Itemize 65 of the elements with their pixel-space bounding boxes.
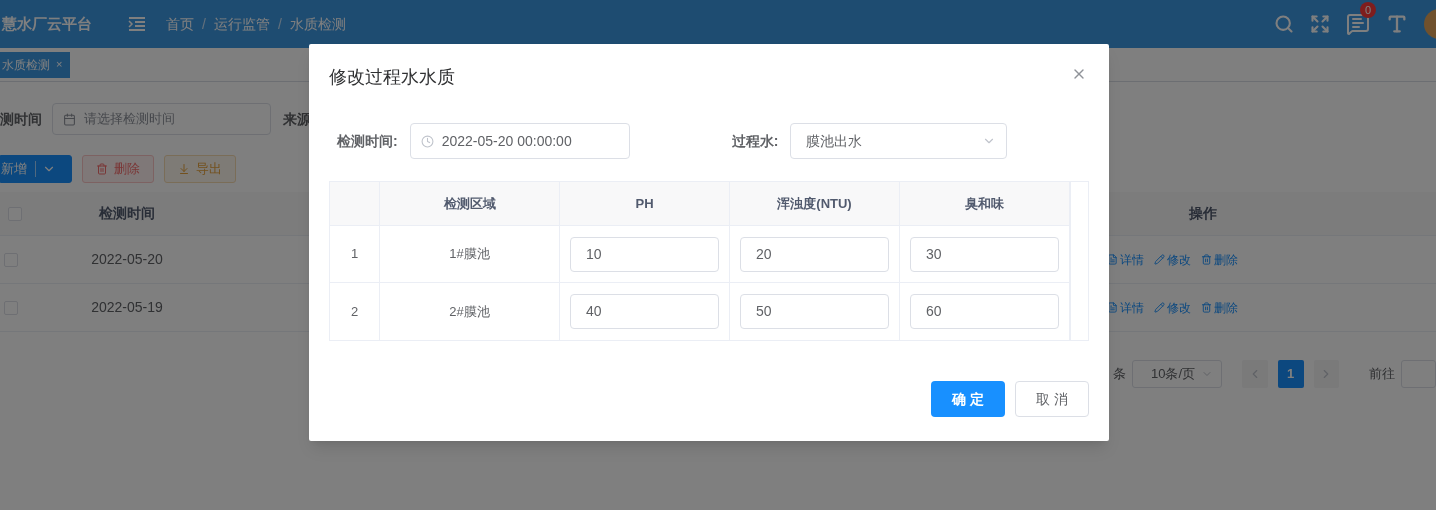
row-number: 1 xyxy=(350,245,359,264)
confirm-button[interactable]: 确 定 xyxy=(931,381,1005,417)
document-icon xyxy=(1107,254,1118,265)
cancel-button[interactable]: 取 消 xyxy=(1015,381,1089,417)
trash-icon xyxy=(1201,302,1212,313)
app-logo-text: 慧水厂云平台 xyxy=(2,13,92,34)
row-number: 2 xyxy=(350,302,359,321)
column-header: 检测区域 xyxy=(443,194,496,213)
fullscreen-icon[interactable] xyxy=(1310,14,1330,34)
font-size-icon[interactable] xyxy=(1386,13,1408,35)
breadcrumb-item[interactable]: 水质检测 xyxy=(289,13,346,35)
breadcrumb-item[interactable]: 运行监管 xyxy=(213,13,270,35)
row-action-link[interactable]: 修改 xyxy=(1154,298,1191,317)
dialog-title: 修改过程水水质 xyxy=(329,66,455,89)
table-cell-text: 2#膜池 xyxy=(449,302,490,321)
menu-icon[interactable] xyxy=(128,16,146,32)
field-label: 过程水: xyxy=(731,131,779,151)
notification-badge: 0 xyxy=(1360,2,1376,18)
column-header: 操作 xyxy=(1189,204,1217,223)
trash-icon xyxy=(96,163,108,175)
clock-icon xyxy=(420,134,434,148)
next-page-button[interactable] xyxy=(1313,360,1340,388)
table-cell-text: 1#膜池 xyxy=(449,245,490,264)
column-header: 检测时间 xyxy=(99,204,155,223)
download-icon xyxy=(178,163,190,175)
page-number-button[interactable]: 1 xyxy=(1277,360,1304,388)
select-field[interactable]: 膜池出水 xyxy=(790,123,1008,159)
page-size-select[interactable]: 10条/页 xyxy=(1132,360,1222,388)
pencil-icon xyxy=(1154,302,1165,313)
pencil-icon xyxy=(1154,254,1165,265)
close-icon[interactable]: × xyxy=(56,56,63,73)
document-icon xyxy=(1107,302,1118,313)
search-icon[interactable] xyxy=(1274,14,1294,34)
row-action-link[interactable]: 删除 xyxy=(1201,298,1238,317)
value-input-field[interactable]: 30 xyxy=(910,236,1059,272)
row-action-link[interactable]: 详情 xyxy=(1107,250,1144,269)
previous-page-button[interactable] xyxy=(1241,360,1268,388)
breadcrumb-separator: / xyxy=(202,14,206,34)
row-action-link[interactable]: 详情 xyxy=(1107,298,1144,317)
breadcrumb-item[interactable]: 首页 xyxy=(166,13,194,35)
column-header: PH xyxy=(635,194,654,213)
value-input-field[interactable]: 50 xyxy=(740,294,889,329)
column-header: 臭和味 xyxy=(965,194,1004,213)
value-input-field[interactable]: 10 xyxy=(570,236,719,272)
message-icon[interactable] xyxy=(1346,12,1370,36)
filter-label: 测时间 xyxy=(0,109,42,129)
column-header: 浑浊度(NTU) xyxy=(777,194,852,213)
value-input-field[interactable]: 40 xyxy=(570,294,719,329)
value-input-field[interactable]: 60 xyxy=(910,294,1059,329)
goto-label: 前往 xyxy=(1369,365,1396,384)
field-label: 检测时间: xyxy=(337,131,398,151)
row-action-link[interactable]: 删除 xyxy=(1201,250,1238,269)
breadcrumb-separator: / xyxy=(277,14,282,34)
delete-button[interactable]: 删除 xyxy=(82,155,154,183)
calendar-icon xyxy=(63,112,76,126)
value-input-field[interactable]: 20 xyxy=(740,236,889,272)
table-cell-text: 2022-05-20 xyxy=(91,250,163,269)
page-tab[interactable]: 水质检测 × xyxy=(0,51,71,78)
trash-icon xyxy=(1201,254,1212,265)
row-action-link[interactable]: 修改 xyxy=(1154,250,1191,269)
total-count-text: 条 xyxy=(1113,365,1126,384)
datetime-field[interactable]: 2022-05-20 00:00:00 xyxy=(409,123,630,159)
add-split-button[interactable]: 新增 xyxy=(0,155,72,183)
export-button[interactable]: 导出 xyxy=(164,155,236,183)
table-cell-text: 2022-05-19 xyxy=(91,298,163,317)
